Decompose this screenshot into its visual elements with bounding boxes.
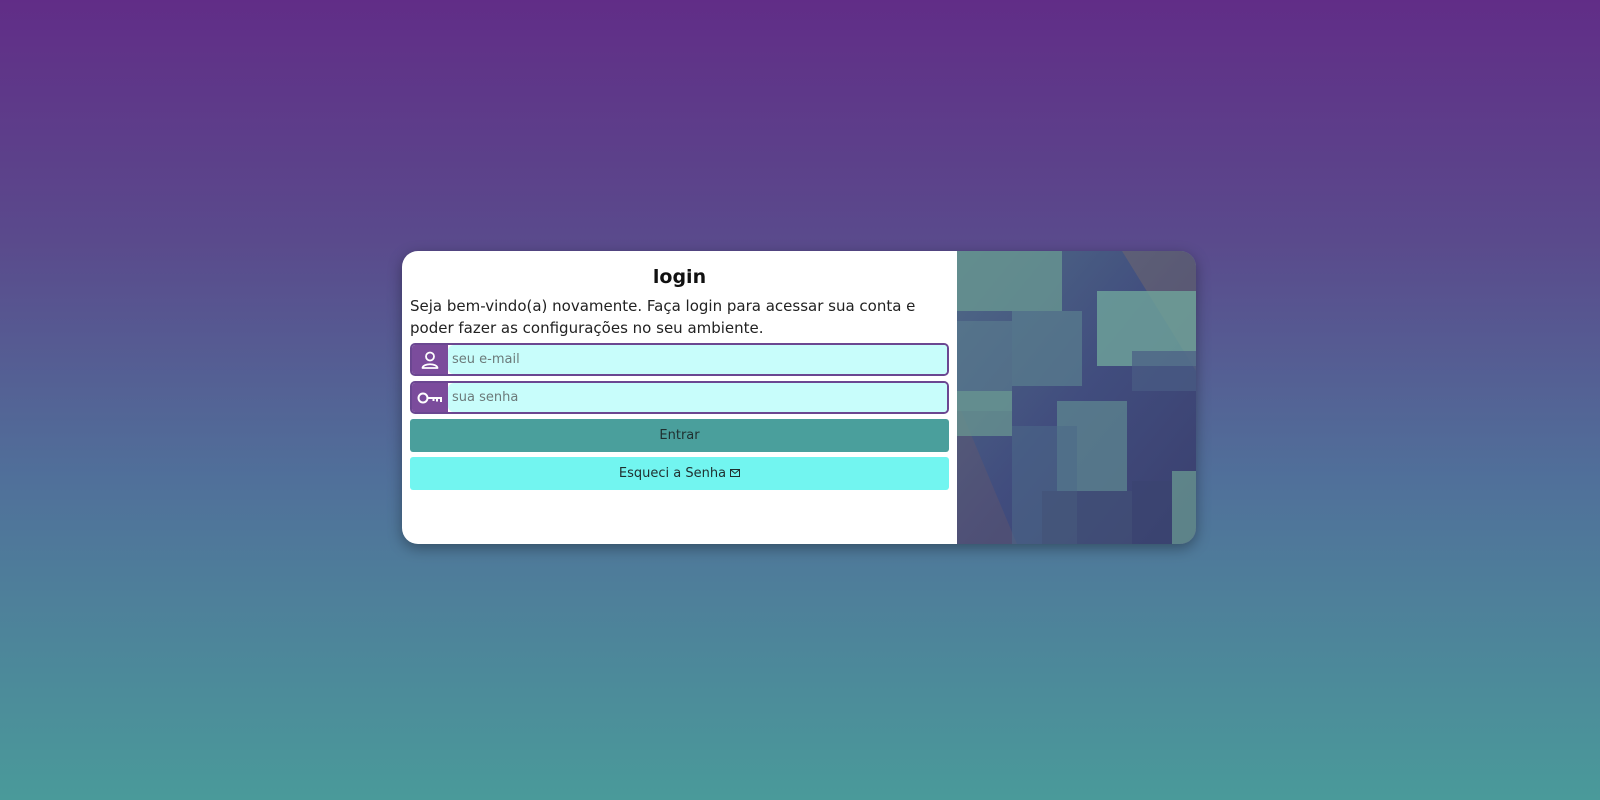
forgot-password-label: Esqueci a Senha: [618, 466, 727, 481]
email-field[interactable]: [448, 345, 947, 374]
login-panel: login Seja bem-vindo(a) novamente. Faça …: [402, 251, 957, 544]
forgot-password-button[interactable]: Esqueci a Senha: [410, 457, 949, 490]
email-field-group: [410, 343, 949, 376]
login-card: login Seja bem-vindo(a) novamente. Faça …: [402, 251, 1196, 544]
key-icon: [412, 383, 448, 412]
intro-text: Seja bem-vindo(a) novamente. Faça login …: [410, 297, 916, 337]
decorative-image: [957, 251, 1196, 544]
password-field[interactable]: [448, 383, 947, 412]
login-button[interactable]: Entrar: [410, 419, 949, 452]
envelope-icon: [730, 466, 741, 481]
user-icon: [412, 345, 448, 374]
page-title: login: [652, 266, 707, 288]
password-field-group: [410, 381, 949, 414]
page-background: { "login": { "title": "login", "intro": …: [0, 0, 1600, 800]
